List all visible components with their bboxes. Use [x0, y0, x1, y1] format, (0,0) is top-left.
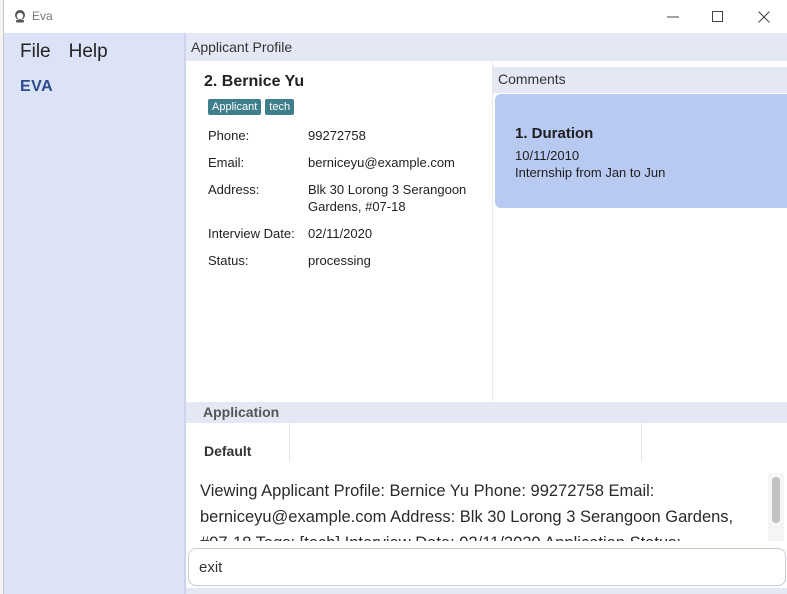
result-scrollbar[interactable]: [768, 473, 784, 541]
window-title: Eva: [32, 9, 53, 23]
comments-panel: Comments 1. Duration 10/11/2010 Internsh…: [493, 61, 787, 401]
tab-default[interactable]: Default: [204, 443, 251, 459]
phone-label: Phone:: [208, 128, 250, 143]
interview-date-value: 02/11/2020: [308, 226, 373, 241]
comment-date: 10/11/2010: [515, 148, 580, 163]
result-text: Viewing Applicant Profile: Bernice Yu Ph…: [200, 482, 734, 541]
email-value: berniceyu@example.com: [308, 155, 455, 170]
address-label: Address:: [208, 182, 260, 197]
app-brand: EVA: [20, 78, 54, 95]
command-input[interactable]: [188, 548, 786, 586]
scrollbar-thumb[interactable]: [772, 477, 780, 523]
interview-date-label: Interview Date:: [208, 226, 295, 241]
main-panel: Applicant Profile 2. Bernice Yu Applican…: [184, 33, 787, 594]
status-bar: [186, 588, 787, 594]
tag-list: Applicant tech: [208, 99, 295, 115]
status-value: processing: [308, 253, 371, 268]
close-icon: [758, 11, 770, 23]
email-label: Email:: [208, 155, 245, 170]
minimize-button[interactable]: [662, 6, 684, 28]
application-title: Application: [186, 402, 787, 423]
comment-item[interactable]: 1. Duration 10/11/2010 Internship from J…: [495, 94, 787, 208]
tag-applicant: Applicant: [208, 99, 262, 115]
applicant-name: 2. Bernice Yu: [204, 73, 305, 90]
comments-title: Comments: [493, 67, 787, 93]
result-display: Viewing Applicant Profile: Bernice Yu Ph…: [186, 473, 787, 541]
close-button[interactable]: [753, 6, 775, 28]
address-value: Blk 30 Lorong 3 Serangoon Gardens, #07-1…: [308, 182, 467, 214]
menu-help[interactable]: Help: [69, 41, 108, 63]
status-label: Status:: [208, 253, 249, 268]
tag-tech: tech: [265, 99, 295, 115]
maximize-icon: [712, 11, 723, 22]
menu-bar: File Help: [20, 41, 108, 63]
sidebar: File Help EVA: [4, 33, 184, 594]
maximize-button[interactable]: [707, 6, 729, 28]
phone-value: 99272758: [308, 128, 366, 143]
menu-file[interactable]: File: [20, 41, 51, 63]
applicant-profile-card: 2. Bernice Yu Applicant tech Phone: 9927…: [186, 61, 493, 401]
tab-divider: [289, 423, 290, 461]
tab-divider: [641, 423, 642, 461]
minimize-icon: [667, 16, 679, 18]
application-tabs: Default: [186, 423, 787, 465]
window-titlebar[interactable]: Eva: [4, 0, 787, 33]
comment-title: 1. Duration: [515, 125, 594, 142]
comment-description: Internship from Jan to Jun: [515, 165, 666, 180]
app-logo-icon: [15, 10, 25, 23]
section-title: Applicant Profile: [186, 33, 787, 61]
